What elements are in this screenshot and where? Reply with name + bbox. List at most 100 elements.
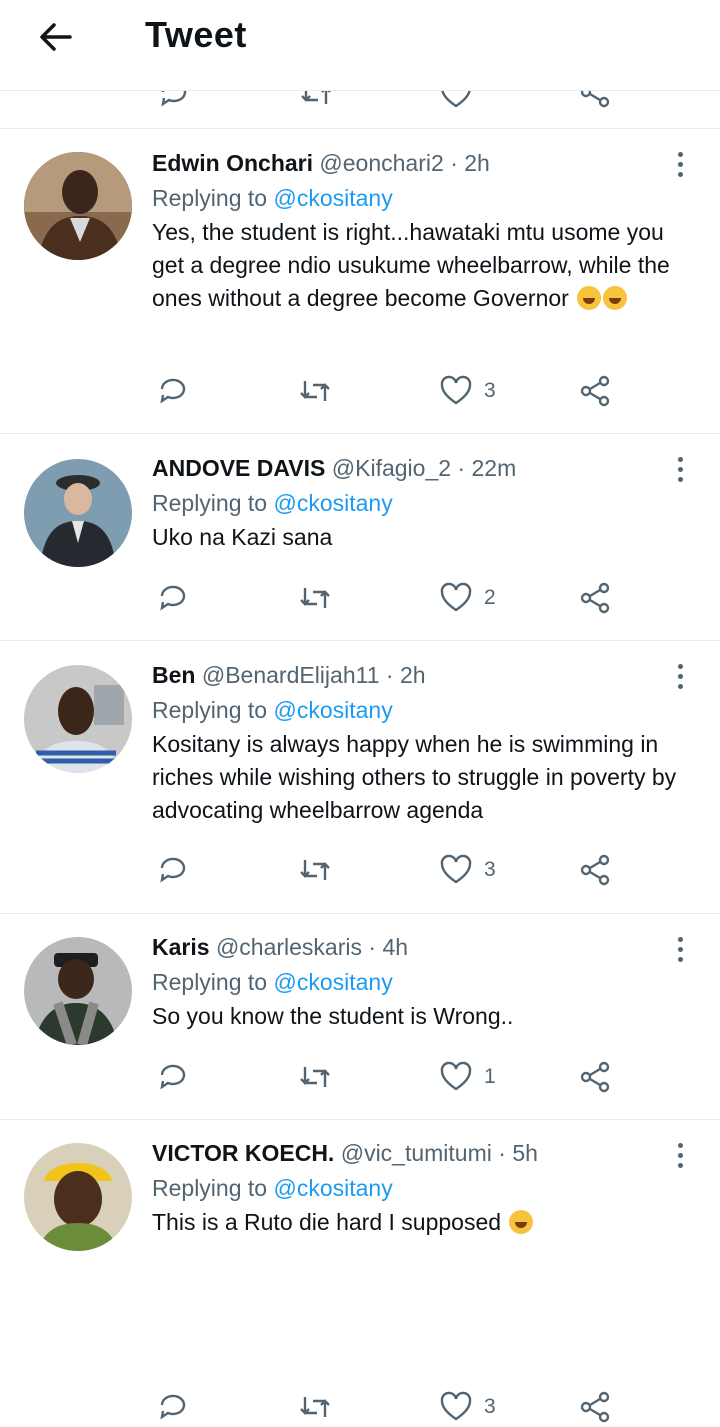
user-handle[interactable]: @BenardElijah11 — [202, 662, 380, 688]
replying-to-label: Replying to — [152, 185, 268, 211]
timestamp: 2h — [399, 662, 426, 688]
timestamp: 2h — [464, 150, 490, 176]
avatar[interactable] — [24, 1143, 132, 1251]
like-button[interactable]: 2 — [440, 578, 496, 618]
share-button[interactable] — [580, 1387, 612, 1427]
reply-tweet[interactable]: Karis @charleskaris · 4h Replying to @ck… — [0, 913, 720, 1120]
avatar[interactable] — [24, 152, 132, 260]
retweet-icon — [300, 1397, 330, 1417]
like-icon — [440, 375, 472, 405]
tweet-actions: 3 — [152, 850, 672, 890]
avatar[interactable] — [24, 459, 132, 567]
separator: · — [450, 150, 458, 176]
mention-link[interactable]: @ckositany — [273, 185, 392, 211]
share-icon — [580, 1061, 610, 1093]
mention-link[interactable]: @ckositany — [273, 490, 392, 516]
user-handle[interactable]: @vic_tumitumi — [341, 1140, 492, 1166]
like-count: 3 — [484, 379, 496, 402]
reply-button[interactable] — [157, 1387, 189, 1427]
replying-to-label: Replying to — [152, 490, 268, 516]
reply-button[interactable] — [157, 850, 189, 890]
reply-button[interactable] — [157, 371, 189, 411]
avatar[interactable] — [24, 665, 132, 773]
user-handle[interactable]: @charleskaris — [216, 934, 362, 960]
user-handle[interactable]: @Kifagio_2 — [332, 455, 451, 481]
separator: · — [368, 934, 377, 960]
replying-to: Replying to @ckositany — [152, 694, 680, 726]
like-button[interactable]: 1 — [440, 1057, 496, 1097]
share-icon — [580, 1391, 610, 1423]
retweet-icon — [300, 860, 330, 880]
tweet-meta: Ben @BenardElijah11 · 2h — [152, 660, 680, 690]
share-icon — [580, 854, 610, 886]
like-count: 3 — [484, 858, 496, 881]
arrow-left-icon — [40, 23, 72, 51]
tweet-actions: 3 — [152, 371, 672, 411]
tweet-meta: Karis @charleskaris · 4h — [152, 932, 680, 962]
reply-tweet[interactable]: VICTOR KOECH. @vic_tumitumi · 5h Replyin… — [0, 1119, 720, 1423]
top-bar: Tweet — [0, 0, 720, 91]
replying-to-label: Replying to — [152, 697, 268, 723]
replying-to: Replying to @ckositany — [152, 1172, 680, 1204]
share-button[interactable] — [580, 1057, 612, 1097]
reply-button[interactable] — [157, 578, 189, 618]
display-name[interactable]: ANDOVE DAVIS — [152, 455, 325, 481]
like-icon — [440, 1391, 472, 1421]
reply-button[interactable] — [157, 1057, 189, 1097]
like-button[interactable]: 3 — [440, 371, 496, 411]
share-button[interactable] — [580, 850, 612, 890]
page-title: Tweet — [145, 14, 247, 55]
tweet-text: Kositany is always happy when he is swim… — [152, 731, 677, 823]
tweet-actions: 2 — [152, 578, 672, 618]
display-name[interactable]: Ben — [152, 662, 195, 688]
separator: · — [385, 662, 394, 688]
retweet-icon — [300, 1067, 330, 1087]
mention-link[interactable]: @ckositany — [273, 1175, 392, 1201]
replying-to: Replying to @ckositany — [152, 487, 680, 519]
retweet-button[interactable] — [297, 371, 333, 411]
replying-to: Replying to @ckositany — [152, 182, 680, 214]
like-button[interactable]: 3 — [440, 1387, 496, 1427]
tweet-meta: ANDOVE DAVIS @Kifagio_2 · 22m — [152, 453, 680, 483]
reply-tweet[interactable]: Ben @BenardElijah11 · 2h Replying to @ck… — [0, 640, 720, 914]
like-icon — [440, 1061, 472, 1091]
tweet-text: This is a Ruto die hard I supposed — [152, 1206, 680, 1239]
like-icon — [440, 854, 472, 884]
mention-link[interactable]: @ckositany — [273, 697, 392, 723]
reply-icon — [160, 378, 186, 404]
share-button[interactable] — [580, 578, 612, 618]
tweet-meta: Edwin Onchari @eonchari2 · 2h — [152, 148, 680, 178]
reply-tweet[interactable]: ANDOVE DAVIS @Kifagio_2 · 22m Replying t… — [0, 433, 720, 641]
tweet-actions: 3 — [152, 1387, 672, 1427]
rofl-emoji-icon — [577, 286, 602, 310]
replying-to: Replying to @ckositany — [152, 966, 680, 998]
share-icon — [580, 582, 610, 614]
like-count: 3 — [484, 1395, 496, 1418]
tweet-actions: 1 — [152, 1057, 672, 1097]
back-button[interactable] — [34, 16, 78, 60]
display-name[interactable]: Edwin Onchari — [152, 150, 313, 176]
display-name[interactable]: Karis — [152, 934, 210, 960]
reply-tweet[interactable]: Edwin Onchari @eonchari2 · 2h Replying t… — [0, 128, 720, 434]
avatar[interactable] — [24, 937, 132, 1045]
retweet-button[interactable] — [297, 1387, 333, 1427]
display-name[interactable]: VICTOR KOECH. — [152, 1140, 334, 1166]
reply-icon — [160, 1394, 186, 1420]
laughing-emoji-icon — [509, 1210, 534, 1234]
tweet-meta: VICTOR KOECH. @vic_tumitumi · 5h — [152, 1138, 680, 1168]
retweet-icon — [300, 381, 330, 401]
tweet-text-content: This is a Ruto die hard I supposed — [152, 1209, 502, 1235]
retweet-button[interactable] — [297, 578, 333, 618]
timestamp: 4h — [382, 934, 409, 960]
reply-icon — [160, 857, 186, 883]
retweet-button[interactable] — [297, 850, 333, 890]
mention-link[interactable]: @ckositany — [273, 969, 392, 995]
like-button[interactable]: 3 — [440, 850, 496, 890]
user-handle[interactable]: @eonchari2 — [319, 150, 443, 176]
rofl-emoji-icon — [603, 286, 628, 310]
tweet-text: Yes, the student is right...hawataki mtu… — [152, 216, 680, 315]
like-icon — [440, 582, 472, 612]
retweet-button[interactable] — [297, 1057, 333, 1097]
reply-icon — [160, 585, 186, 611]
share-button[interactable] — [580, 371, 612, 411]
